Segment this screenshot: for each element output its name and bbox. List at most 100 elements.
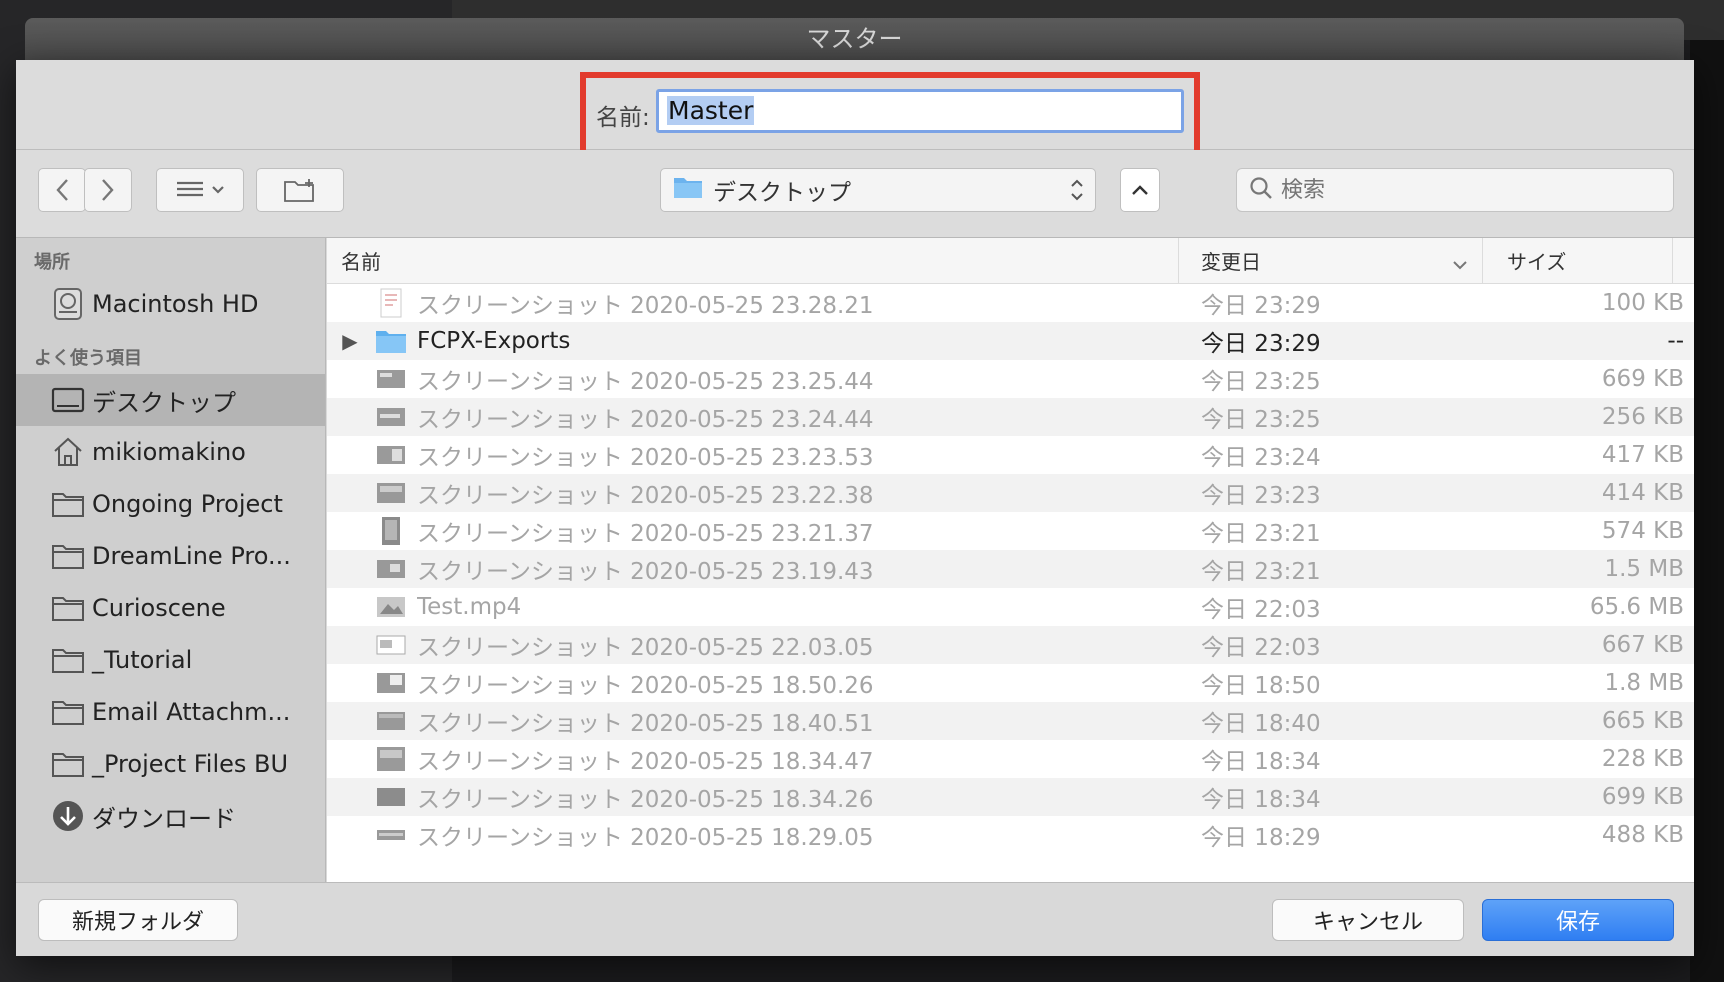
image-thumbnail-icon <box>373 820 409 850</box>
file-size: 414 KB <box>1601 480 1684 506</box>
table-row[interactable]: スクリーンショット 2020-05-25 23.21.37 今日 23:21 5… <box>327 512 1694 550</box>
sidebar-item-label: デスクトップ <box>92 388 236 417</box>
image-thumbnail-icon <box>373 782 409 812</box>
table-row[interactable]: スクリーンショット 2020-05-25 23.25.44 今日 23:25 6… <box>327 360 1694 398</box>
folder-icon <box>50 538 86 574</box>
file-date: 今日 23:21 <box>1201 559 1321 585</box>
file-size: 665 KB <box>1601 708 1684 734</box>
column-header-date-label: 変更日 <box>1201 250 1261 274</box>
image-thumbnail-icon <box>373 744 409 774</box>
sidebar-item-label: _Tutorial <box>92 646 193 674</box>
column-header-name[interactable]: 名前 <box>327 238 1179 283</box>
table-row[interactable]: Test.mp4 今日 22:03 65.6 MB <box>327 588 1694 626</box>
table-row[interactable]: ▶ FCPX-Exports 今日 23:29 -- <box>327 322 1694 360</box>
column-header-size[interactable]: サイズ <box>1483 238 1673 283</box>
filename-input[interactable]: Master <box>656 89 1184 133</box>
image-thumbnail-icon <box>373 440 409 470</box>
file-date: 今日 18:40 <box>1201 711 1321 737</box>
window-title: マスター <box>25 18 1684 62</box>
file-name: スクリーンショット 2020-05-25 23.19.43 <box>417 559 874 585</box>
chevron-right-icon <box>101 178 115 202</box>
sidebar-item-label: Curioscene <box>92 594 226 622</box>
file-date: 今日 18:34 <box>1201 787 1321 813</box>
sidebar-item-label: mikiomakino <box>92 438 246 466</box>
table-row[interactable]: スクリーンショット 2020-05-25 18.34.26 今日 18:34 6… <box>327 778 1694 816</box>
sidebar-item-dreamline[interactable]: DreamLine Pro... <box>16 530 325 582</box>
file-date: 今日 18:50 <box>1201 673 1321 699</box>
table-row[interactable]: スクリーンショット 2020-05-25 18.50.26 今日 18:50 1… <box>327 664 1694 702</box>
search-icon <box>1249 176 1273 204</box>
new-folder-icon <box>283 177 317 203</box>
file-size: 1.8 MB <box>1604 670 1684 696</box>
file-name: スクリーンショット 2020-05-25 18.34.26 <box>417 787 874 813</box>
file-size: 667 KB <box>1601 632 1684 658</box>
sidebar-item-ongoing-project[interactable]: Ongoing Project <box>16 478 325 530</box>
sidebar-item-curioscene[interactable]: Curioscene <box>16 582 325 634</box>
forward-button[interactable] <box>84 168 132 212</box>
location-select[interactable]: デスクトップ <box>660 168 1096 212</box>
search-input[interactable] <box>1281 177 1661 203</box>
sidebar-item-desktop[interactable]: デスクトップ <box>16 374 325 426</box>
file-list-rows: スクリーンショット 2020-05-25 23.28.21 今日 23:29 1… <box>327 284 1694 854</box>
sidebar-item-home[interactable]: mikiomakino <box>16 426 325 478</box>
file-name: スクリーンショット 2020-05-25 18.29.05 <box>417 825 874 851</box>
new-folder-toolbar-button[interactable] <box>256 168 344 212</box>
file-size: 1.5 MB <box>1604 556 1684 582</box>
document-thumbnail-icon <box>373 288 409 318</box>
sidebar-item-downloads[interactable]: ダウンロード <box>16 790 325 842</box>
updown-chevron-icon <box>1069 177 1085 209</box>
table-row[interactable]: スクリーンショット 2020-05-25 23.28.21 今日 23:29 1… <box>327 284 1694 322</box>
view-options-button[interactable] <box>156 168 244 212</box>
cancel-button[interactable]: キャンセル <box>1272 899 1464 941</box>
sidebar-item-label: Ongoing Project <box>92 490 283 518</box>
sidebar-item-label: Macintosh HD <box>92 290 259 318</box>
file-size: 65.6 MB <box>1589 594 1684 620</box>
collapse-button[interactable] <box>1120 168 1160 212</box>
file-date: 今日 23:25 <box>1201 407 1321 433</box>
file-date: 今日 22:03 <box>1201 597 1321 623</box>
table-row[interactable]: スクリーンショット 2020-05-25 23.22.38 今日 23:23 4… <box>327 474 1694 512</box>
file-name: スクリーンショット 2020-05-25 18.40.51 <box>417 711 874 737</box>
save-button[interactable]: 保存 <box>1482 899 1674 941</box>
back-button[interactable] <box>38 168 86 212</box>
image-thumbnail-icon <box>373 516 409 546</box>
name-label: 名前: <box>596 105 650 131</box>
table-row[interactable]: スクリーンショット 2020-05-25 18.29.05 今日 18:29 4… <box>327 816 1694 854</box>
file-size: -- <box>1667 328 1684 354</box>
new-folder-button[interactable]: 新規フォルダ <box>38 899 238 941</box>
sidebar-item-project-files-bu[interactable]: _Project Files BU <box>16 738 325 790</box>
file-name: スクリーンショット 2020-05-25 18.34.47 <box>417 749 874 775</box>
file-name: Test.mp4 <box>417 594 522 620</box>
sidebar-item-tutorial[interactable]: _Tutorial <box>16 634 325 686</box>
file-size: 574 KB <box>1601 518 1684 544</box>
image-thumbnail-icon <box>373 706 409 736</box>
chevron-up-icon <box>1131 184 1149 196</box>
search-field[interactable] <box>1236 168 1674 212</box>
file-size: 256 KB <box>1601 404 1684 430</box>
table-row[interactable]: スクリーンショット 2020-05-25 18.40.51 今日 18:40 6… <box>327 702 1694 740</box>
table-row[interactable]: スクリーンショット 2020-05-25 23.24.44 今日 23:25 2… <box>327 398 1694 436</box>
table-row[interactable]: スクリーンショット 2020-05-25 22.03.05 今日 22:03 6… <box>327 626 1694 664</box>
image-thumbnail-icon <box>373 554 409 584</box>
sidebar-item-email-attachments[interactable]: Email Attachm... <box>16 686 325 738</box>
file-name: スクリーンショット 2020-05-25 22.03.05 <box>417 635 874 661</box>
folder-icon <box>50 694 86 730</box>
save-dialog: 名前: Master デスクトップ 場所 <box>16 60 1694 956</box>
file-size: 417 KB <box>1601 442 1684 468</box>
image-thumbnail-icon <box>373 364 409 394</box>
table-row[interactable]: スクリーンショット 2020-05-25 23.23.53 今日 23:24 4… <box>327 436 1694 474</box>
home-icon <box>50 434 86 470</box>
file-name: スクリーンショット 2020-05-25 23.24.44 <box>417 407 874 433</box>
video-thumbnail-icon <box>373 592 409 622</box>
chevron-down-icon <box>211 185 225 195</box>
file-name: スクリーンショット 2020-05-25 23.28.21 <box>417 293 874 319</box>
file-date: 今日 23:29 <box>1201 293 1321 319</box>
sidebar-section-locations: 場所 <box>34 252 70 273</box>
table-row[interactable]: スクリーンショット 2020-05-25 23.19.43 今日 23:21 1… <box>327 550 1694 588</box>
disclosure-triangle-icon[interactable]: ▶ <box>327 329 373 353</box>
column-header-date[interactable]: 変更日 <box>1179 238 1483 283</box>
toolbar: デスクトップ <box>16 150 1694 238</box>
sidebar-item-macintosh-hd[interactable]: Macintosh HD <box>16 278 325 330</box>
file-date: 今日 23:24 <box>1201 445 1321 471</box>
table-row[interactable]: スクリーンショット 2020-05-25 18.34.47 今日 18:34 2… <box>327 740 1694 778</box>
